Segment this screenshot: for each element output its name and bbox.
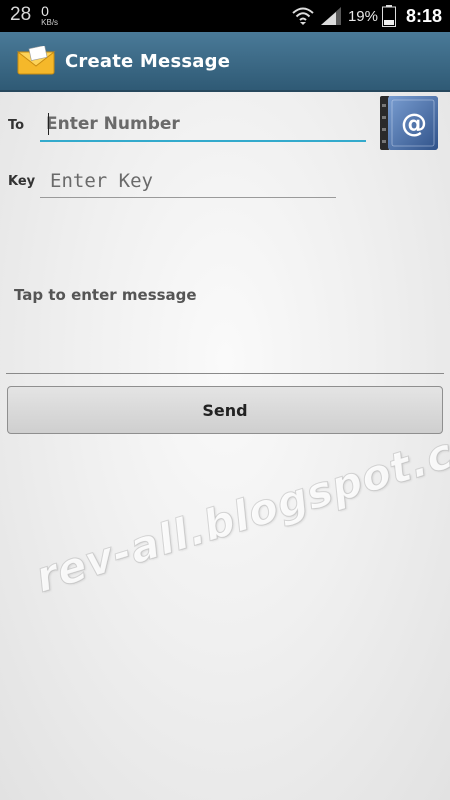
wifi-icon: [292, 7, 314, 25]
net-speed-unit: KB/s: [41, 18, 59, 27]
status-bar: 28 0 KB/s 19% 8:18: [0, 0, 450, 32]
battery-icon: [381, 5, 396, 27]
number-input[interactable]: [40, 108, 366, 142]
watermark: rev-all.blogspot.com: [29, 406, 450, 602]
status-right: 19% 8:18: [292, 0, 442, 32]
envelope-icon: [17, 46, 56, 75]
clock: 8:18: [405, 5, 442, 26]
battery-percent: 19%: [347, 7, 378, 25]
action-bar: Create Message: [0, 32, 450, 92]
message-input[interactable]: [6, 270, 444, 374]
app-title: Create Message: [65, 50, 231, 72]
send-button[interactable]: Send: [7, 386, 443, 434]
key-label: Key: [8, 174, 36, 189]
to-label: To: [8, 118, 25, 133]
temperature-readout: 28: [10, 4, 32, 25]
net-speed: 0 KB/s: [41, 4, 58, 27]
status-left: 28 0 KB/s: [10, 4, 58, 27]
signal-icon: [320, 7, 341, 25]
text-cursor: [48, 113, 49, 135]
key-input[interactable]: [40, 164, 336, 198]
address-book-icon: @: [380, 96, 438, 150]
contacts-button[interactable]: @: [378, 94, 440, 152]
net-speed-value: 0: [41, 3, 49, 19]
svg-text:@: @: [401, 109, 427, 139]
